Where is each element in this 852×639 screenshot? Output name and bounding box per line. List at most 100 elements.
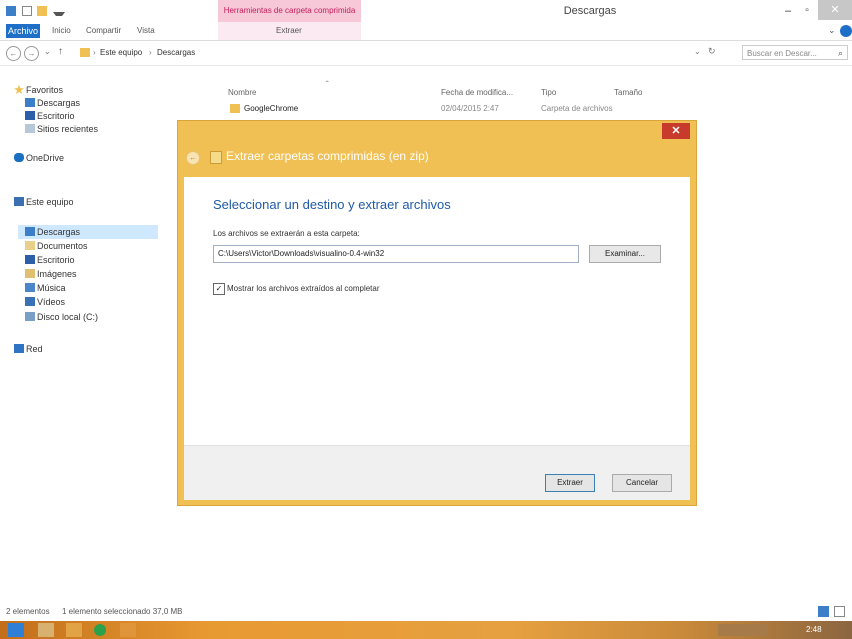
nav-pc-videos[interactable]: Vídeos [25,296,66,308]
nav-label: Descargas [37,98,81,108]
nav-fav-sitios-recientes[interactable]: Sitios recientes [25,123,99,135]
destination-path-input[interactable]: C:\Users\Victor\Downloads\visualino-0.4-… [213,245,579,263]
nav-pc-musica[interactable]: Música [25,282,66,294]
help-icon[interactable] [840,25,852,37]
quick-access-toolbar[interactable] [6,6,68,18]
column-header-tamano[interactable]: Tamaño [614,88,642,97]
browse-button[interactable]: Examinar... [589,245,661,263]
star-icon [14,85,24,94]
recent-places-icon [25,124,35,133]
address-bar[interactable]: › Este equipo › Descargas ⌄ ↻ [80,45,720,61]
close-window-button[interactable]: ✕ [818,0,852,20]
nav-pc-imagenes[interactable]: Imágenes [25,268,77,280]
quick-access-folder-icon[interactable] [37,6,48,16]
column-header-fecha[interactable]: Fecha de modifica... [441,88,513,97]
dialog-back-button[interactable]: ← [186,151,200,165]
nav-label: Disco local (C:) [37,312,99,322]
dialog-close-button[interactable]: ✕ [662,123,690,139]
dialog-title: Extraer carpetas comprimidas (en zip) [226,149,429,163]
large-icons-view-icon[interactable] [834,606,845,617]
refresh-icon[interactable]: ↻ [708,46,716,57]
tray-clock[interactable]: 2:48 [806,621,822,639]
taskbar: 2:48 [0,621,852,639]
status-bar: 2 elementos 1 elemento seleccionado 37,0… [0,603,852,621]
tab-vista[interactable]: Vista [137,25,155,37]
column-header-nombre[interactable]: Nombre [228,88,256,97]
music-icon [25,283,35,292]
nav-pc-escritorio[interactable]: Escritorio [25,254,75,266]
show-extracted-checkbox[interactable]: ✓ [213,283,225,295]
address-dropdown[interactable]: ⌄ [694,47,701,56]
nav-label: Red [26,344,43,354]
system-tray-icons[interactable] [718,624,768,636]
download-folder-icon [25,227,35,236]
desktop-icon [25,111,35,120]
tab-extraer-area: Extraer [218,22,361,40]
maximize-button[interactable]: ▫ [799,4,815,18]
window-title: Descargas [563,5,617,17]
quick-access-dropdown-icon[interactable] [52,12,65,16]
nav-pc-disco-local[interactable]: Disco local (C:) [25,311,99,323]
nav-label: Este equipo [26,197,74,207]
drive-icon [25,312,35,321]
nav-label: Documentos [37,241,88,251]
nav-label: Sitios recientes [37,124,99,134]
destination-label: Los archivos se extraerán a esta carpeta… [213,229,360,238]
nav-label: Imágenes [37,269,77,279]
tab-archivo[interactable]: Archivo [6,24,40,38]
taskbar-explorer-icon[interactable] [66,623,82,637]
column-header-tipo[interactable]: Tipo [541,88,556,97]
up-button[interactable]: ↑ [58,46,63,57]
address-row: ← → ⌄ ↑ › Este equipo › Descargas ⌄ ↻ Bu… [0,41,852,66]
tab-compartir[interactable]: Compartir [86,25,121,37]
folder-icon [80,48,90,57]
search-input[interactable]: Buscar en Descar... [742,45,848,60]
nav-fav-escritorio[interactable]: Escritorio [25,110,75,122]
nav-pc-documentos[interactable]: Documentos [25,240,88,252]
dialog-heading: Seleccionar un destino y extraer archivo… [213,197,451,212]
back-button[interactable]: ← [6,46,21,61]
nav-label: Vídeos [37,297,66,307]
tab-extraer[interactable]: Extraer [276,25,302,37]
recent-locations-dropdown[interactable]: ⌄ [44,47,51,56]
file-row[interactable]: GoogleChrome 02/04/2015 2:47 Carpeta de … [218,101,678,117]
dialog-footer: Extraer Cancelar [184,445,690,500]
status-item-count: 2 elementos [6,607,50,616]
zip-folder-icon [210,151,222,164]
quick-access-undo-icon[interactable] [21,6,32,16]
nav-pc-descargas[interactable]: Descargas [25,226,80,238]
nav-fav-descargas[interactable]: Descargas [25,97,81,109]
documents-icon [25,241,35,250]
taskbar-chrome-icon[interactable] [94,624,106,636]
minimize-button[interactable]: – [780,4,796,18]
download-folder-icon [25,98,35,107]
tab-inicio[interactable]: Inicio [52,25,71,37]
search-icon: ⌕ [838,48,844,58]
nav-label: OneDrive [26,153,65,163]
context-tab-group-label: Herramientas de carpeta comprimida [223,6,356,15]
file-date: 02/04/2015 2:47 [441,104,499,113]
status-selection: 1 elemento seleccionado 37,0 MB [62,607,183,616]
breadcrumb-este-equipo[interactable]: Este equipo [100,48,142,57]
file-name: GoogleChrome [244,104,299,113]
network-icon [14,344,24,353]
sort-indicator-icon: ˆ [326,80,329,89]
ribbon-collapse-icon[interactable]: ⌄ [828,25,836,36]
extract-button[interactable]: Extraer [545,474,595,492]
taskbar-ie-icon[interactable] [38,623,54,637]
nav-favoritos[interactable]: Favoritos [14,84,64,96]
breadcrumb-descargas[interactable]: Descargas [157,48,195,57]
title-bar: Herramientas de carpeta comprimida Desca… [0,0,852,23]
quick-access-properties-icon[interactable] [6,6,16,16]
forward-button[interactable]: → [24,46,39,61]
nav-onedrive[interactable]: OneDrive [14,152,65,164]
nav-label: Favoritos [26,85,64,95]
show-extracted-label[interactable]: Mostrar los archivos extraídos al comple… [227,283,380,294]
cancel-button[interactable]: Cancelar [612,474,672,492]
details-view-icon[interactable] [818,606,829,617]
nav-este-equipo[interactable]: Este equipo [14,196,74,208]
taskbar-app-icon[interactable] [120,623,136,637]
nav-label: Escritorio [37,111,75,121]
nav-red[interactable]: Red [14,343,43,355]
start-button-icon[interactable] [8,623,24,637]
